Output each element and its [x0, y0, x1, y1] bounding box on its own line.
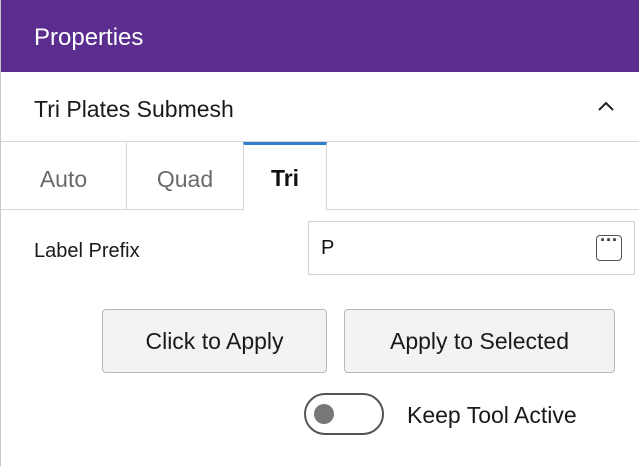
click-to-apply-button[interactable]: Click to Apply — [102, 309, 327, 373]
tab-tri[interactable]: Tri — [243, 142, 327, 211]
tab-bar: Auto Quad Tri — [1, 142, 639, 211]
tab-quad[interactable]: Quad — [127, 142, 243, 210]
label-prefix-input[interactable] — [321, 234, 571, 262]
chevron-up-icon — [598, 101, 614, 111]
toggle-knob — [314, 404, 334, 424]
ellipsis-icon: ··· — [600, 230, 618, 250]
label-prefix-label: Label Prefix — [34, 240, 140, 262]
properties-panel: Properties Tri Plates Submesh Auto Quad … — [0, 0, 639, 466]
keep-tool-active-label: Keep Tool Active — [407, 402, 577, 428]
label-prefix-field[interactable]: ··· — [308, 221, 635, 275]
panel-header: Properties — [1, 0, 639, 72]
keep-tool-active-toggle[interactable] — [304, 393, 384, 435]
section-title: Tri Plates Submesh — [34, 96, 234, 122]
tab-auto[interactable]: Auto — [1, 142, 127, 210]
ellipsis-button[interactable]: ··· — [596, 230, 622, 261]
section-header[interactable]: Tri Plates Submesh — [1, 72, 639, 142]
apply-to-selected-button[interactable]: Apply to Selected — [344, 309, 615, 373]
collapse-button[interactable] — [592, 92, 620, 120]
panel-title: Properties — [34, 24, 144, 51]
